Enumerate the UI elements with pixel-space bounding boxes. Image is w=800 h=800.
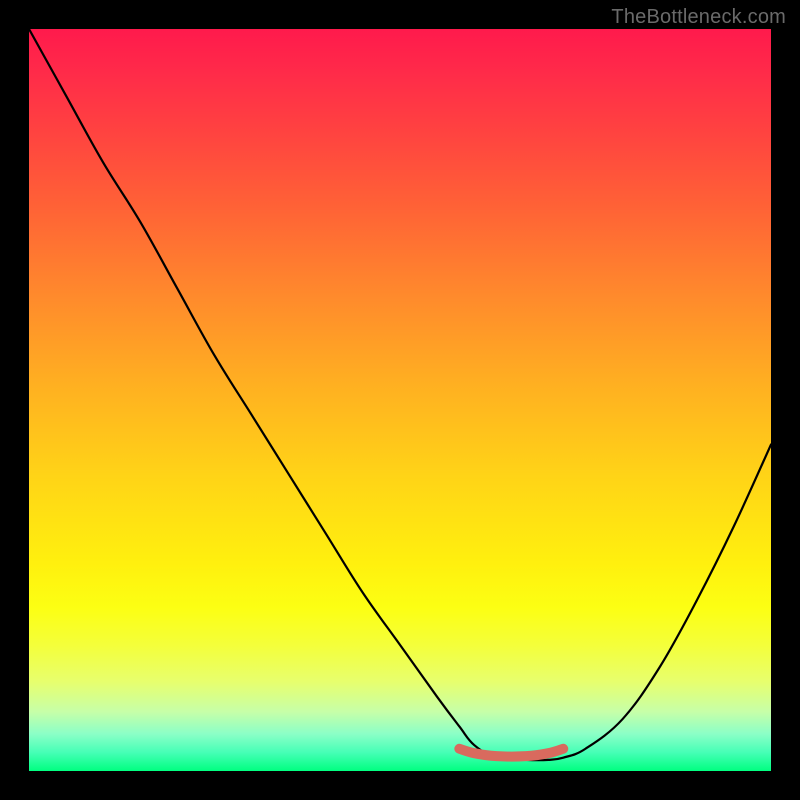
optimal-band: [459, 749, 563, 757]
bottleneck-curve: [29, 29, 771, 760]
chart-svg: [29, 29, 771, 771]
attribution-text: TheBottleneck.com: [611, 6, 786, 29]
plot-area: [29, 29, 771, 771]
